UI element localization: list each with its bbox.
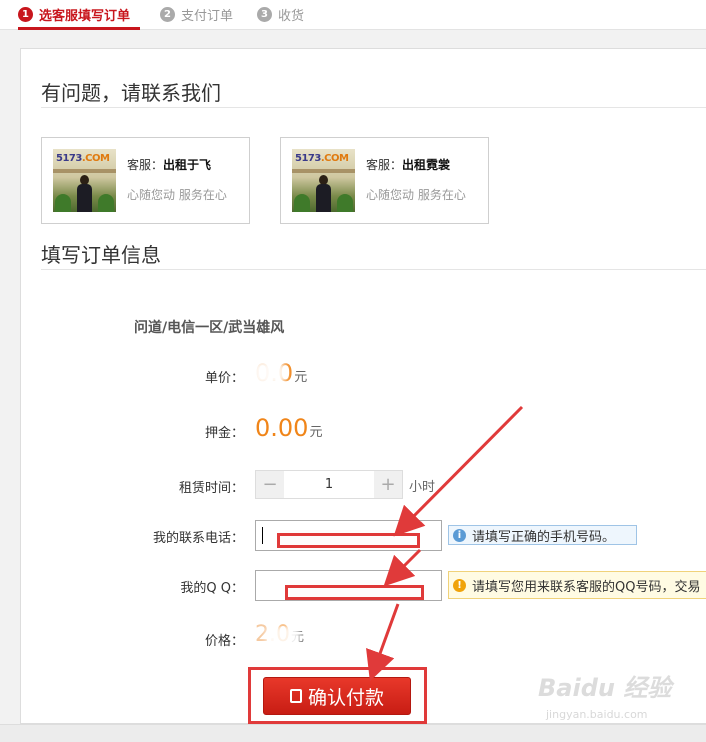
watermark-url: jingyan.baidu.com	[546, 708, 648, 721]
baidu-watermark: Baidu 经验 jingyan.baidu.com	[538, 668, 678, 728]
arrow-to-pay	[366, 603, 400, 682]
bottom-strip	[0, 724, 706, 742]
watermark-logo: Baidu 经验	[538, 674, 672, 702]
arrow-to-qq	[383, 548, 422, 587]
arrow-to-phone	[393, 405, 524, 537]
annotation-arrows	[366, 405, 524, 682]
